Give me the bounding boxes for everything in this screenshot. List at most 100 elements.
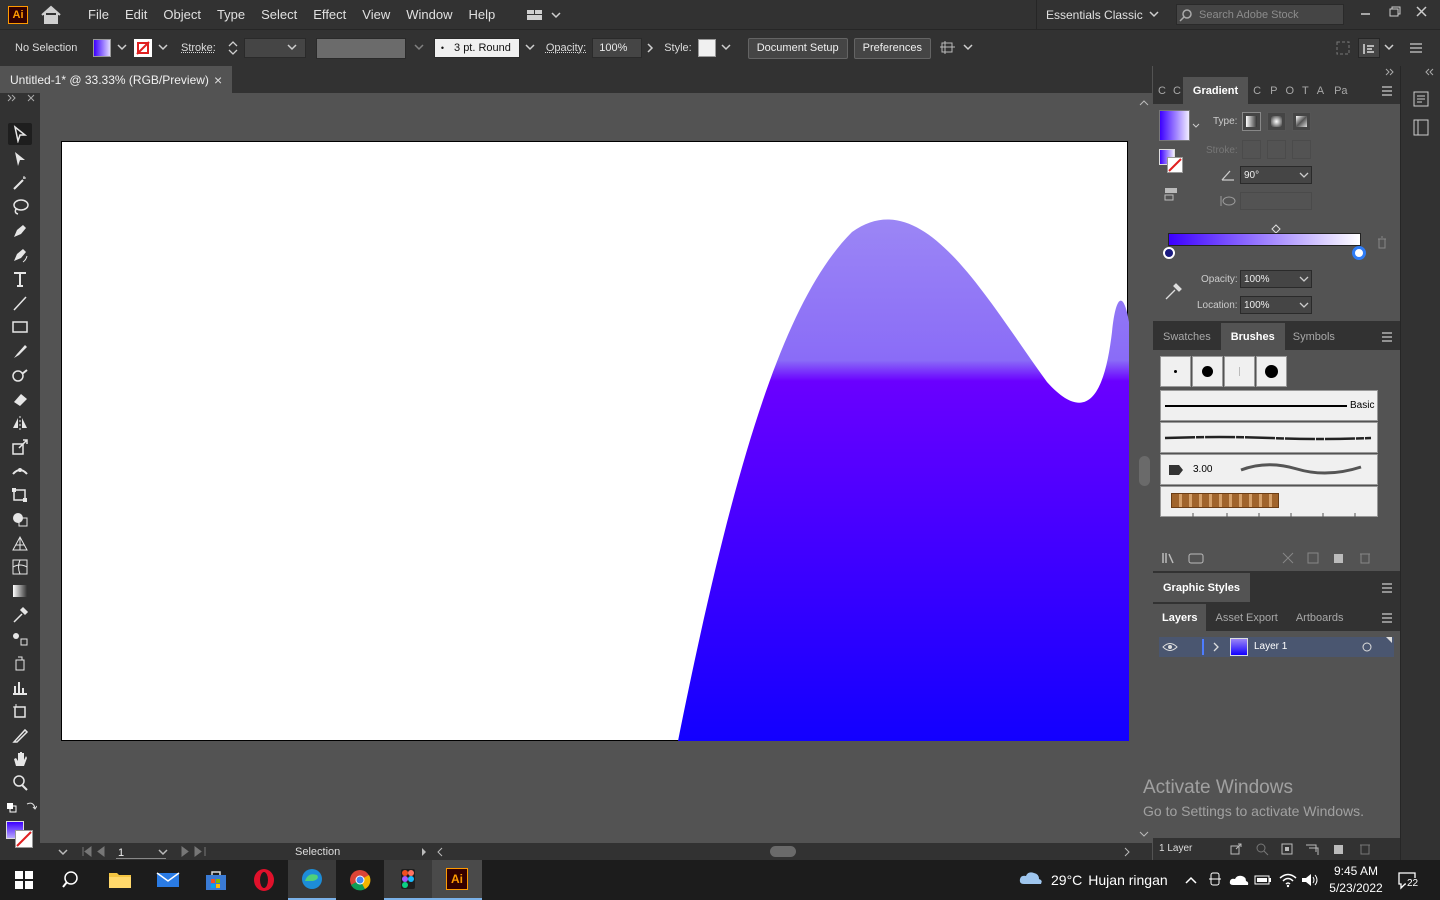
onedrive-icon[interactable] — [1229, 873, 1249, 887]
arrange-icon[interactable] — [939, 39, 977, 57]
stroke-swatch[interactable] — [134, 39, 152, 57]
gradient-preview-swatch[interactable] — [1159, 110, 1190, 141]
vertical-scroll-thumb[interactable] — [1139, 456, 1150, 486]
direct-selection-tool-icon[interactable] — [8, 148, 32, 170]
menu-edit[interactable]: Edit — [117, 7, 155, 22]
search-button[interactable] — [48, 860, 96, 900]
expand-layer-icon[interactable] — [1211, 641, 1221, 653]
target-circle-icon[interactable] — [1361, 641, 1373, 653]
mail-button[interactable] — [144, 860, 192, 900]
export-icon[interactable] — [1229, 842, 1243, 856]
tab-graphic-styles[interactable]: Graphic Styles — [1153, 573, 1251, 602]
wifi-icon[interactable] — [1278, 872, 1298, 888]
linear-gradient-button[interactable] — [1242, 112, 1261, 131]
gradient-stop-end[interactable] — [1352, 246, 1366, 260]
close-tab-icon[interactable]: × — [214, 72, 222, 88]
next-last-artboard-icon[interactable] — [178, 845, 218, 859]
chevron-down-icon[interactable] — [1382, 42, 1396, 54]
file-explorer-button[interactable] — [96, 860, 144, 900]
menu-help[interactable]: Help — [460, 7, 503, 22]
menu-effect[interactable]: Effect — [305, 7, 354, 22]
column-graph-tool-icon[interactable] — [8, 676, 32, 698]
delete-brush-icon[interactable] — [1358, 551, 1372, 565]
scroll-down-icon[interactable] — [1137, 828, 1152, 840]
reflect-tool-icon[interactable] — [8, 412, 32, 434]
chevron-down-icon[interactable] — [114, 42, 130, 54]
new-sublayer-icon[interactable] — [1304, 842, 1320, 856]
gradient-tool-icon[interactable] — [8, 580, 32, 602]
vertical-scrollbar[interactable] — [1137, 93, 1152, 843]
arrange-documents-icon[interactable] — [525, 7, 565, 23]
libraries-panel-icon[interactable] — [1187, 551, 1207, 565]
scroll-right-icon[interactable] — [1122, 845, 1134, 859]
rectangle-tool-icon[interactable] — [8, 316, 32, 338]
brush-calligraphic[interactable]: 3.00 — [1160, 454, 1378, 485]
wave-shape[interactable] — [62, 142, 1129, 742]
brush-swatch-dot-medium[interactable] — [1192, 356, 1223, 387]
opera-button[interactable] — [240, 860, 288, 900]
stock-search-field[interactable]: Search Adobe Stock — [1176, 4, 1344, 25]
brush-libraries-icon[interactable] — [1161, 551, 1181, 565]
panel-menu-icon[interactable] — [1380, 612, 1394, 624]
chevron-right-icon[interactable] — [644, 42, 658, 54]
tab-transparency[interactable]: T — [1298, 85, 1313, 97]
panel-menu-icon[interactable] — [1380, 85, 1394, 97]
menu-object[interactable]: Object — [155, 7, 209, 22]
tab-paragraph[interactable]: P — [1266, 85, 1281, 97]
illustrator-taskbar-button[interactable]: Ai — [432, 860, 482, 900]
menu-view[interactable]: View — [354, 7, 398, 22]
tab-asset-export[interactable]: Asset Export — [1206, 612, 1286, 624]
brush-swatch-dot-small[interactable] — [1160, 356, 1191, 387]
lasso-tool-icon[interactable] — [8, 196, 32, 218]
gradient-stop-start[interactable] — [1163, 247, 1175, 259]
tab-gradient[interactable]: Gradient — [1182, 77, 1249, 104]
chevron-down-icon[interactable] — [156, 846, 170, 860]
first-previous-artboard-icon[interactable] — [80, 845, 120, 859]
scroll-up-icon[interactable] — [1137, 97, 1152, 109]
swap-fill-stroke-icon[interactable] — [25, 800, 38, 812]
menu-window[interactable]: Window — [398, 7, 460, 22]
figma-button[interactable] — [384, 860, 432, 900]
volume-icon[interactable] — [1300, 872, 1320, 888]
edge-button[interactable] — [288, 860, 336, 900]
layer-row[interactable]: Layer 1 — [1159, 637, 1394, 657]
selection-tool-icon[interactable] — [8, 123, 32, 145]
status-menu-arrows[interactable] — [420, 845, 450, 859]
hand-tool-icon[interactable] — [8, 748, 32, 770]
document-tab[interactable]: Untitled-1* @ 33.33% (RGB/Preview) × — [0, 66, 232, 93]
panel-menu-icon[interactable] — [1380, 582, 1394, 594]
tab-character[interactable]: C — [1248, 85, 1266, 97]
chevron-down-icon[interactable] — [1192, 122, 1200, 130]
expand-panels-icon[interactable] — [1420, 67, 1440, 77]
menu-select[interactable]: Select — [253, 7, 305, 22]
delete-layer-icon[interactable] — [1358, 842, 1372, 856]
stroke-weight-stepper[interactable] — [226, 38, 240, 58]
battery-icon[interactable] — [1253, 873, 1273, 887]
tab-brushes[interactable]: Brushes — [1220, 323, 1285, 350]
locate-object-icon[interactable] — [1255, 842, 1269, 856]
stroke-weight-field[interactable] — [243, 38, 306, 58]
close-window-button[interactable] — [1412, 3, 1432, 21]
brush-pattern[interactable] — [1160, 486, 1378, 517]
eyedropper-icon[interactable] — [1163, 282, 1183, 302]
artboard-tool-icon[interactable] — [8, 700, 32, 722]
tab-artboards[interactable]: Artboards — [1287, 612, 1353, 624]
canvas[interactable] — [40, 93, 1137, 843]
magic-wand-tool-icon[interactable] — [8, 172, 32, 194]
reverse-gradient-icon[interactable] — [1163, 186, 1181, 202]
start-button[interactable] — [0, 860, 48, 900]
home-icon[interactable] — [40, 5, 62, 25]
gradient-slider[interactable] — [1168, 233, 1361, 246]
notification-center-button[interactable]: 22 — [1397, 870, 1421, 892]
perspective-grid-tool-icon[interactable] — [8, 532, 32, 554]
collapse-panels-icon[interactable] — [1382, 67, 1402, 77]
show-hidden-icons-chevron[interactable] — [1184, 874, 1198, 886]
variable-width-profile[interactable] — [315, 37, 406, 59]
slice-tool-icon[interactable] — [8, 724, 32, 746]
tab-color-guide[interactable]: C — [1171, 85, 1183, 97]
eraser-tool-icon[interactable] — [8, 388, 32, 410]
symbol-sprayer-tool-icon[interactable] — [8, 652, 32, 674]
brush-basic[interactable]: Basic — [1160, 390, 1378, 421]
chevron-down-icon[interactable] — [718, 42, 734, 54]
paintbrush-tool-icon[interactable] — [8, 340, 32, 362]
